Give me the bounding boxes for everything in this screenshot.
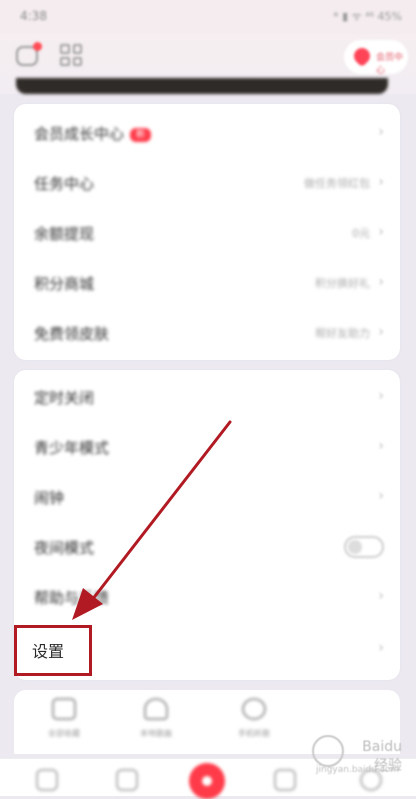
chevron-right-icon: › — [378, 488, 384, 504]
menu-item-hint: 做任务领红包 — [304, 177, 370, 190]
menu-item-label: 定时关闭 — [34, 389, 95, 407]
chevron-right-icon: › — [378, 174, 384, 190]
menu-item-hint: 积分换好礼 — [315, 277, 370, 290]
quick-link-label: 全部收藏 — [48, 729, 80, 738]
quick-link-local[interactable]: 本地歌曲 — [126, 698, 186, 750]
chevron-right-icon: › — [378, 640, 384, 656]
chevron-right-icon: › — [378, 588, 384, 604]
menu-item-withdraw[interactable]: 余额提现 0元 › — [14, 208, 400, 258]
menu-item-label: 积分商城 — [34, 275, 95, 293]
chevron-right-icon: › — [378, 124, 384, 140]
menu-card-services: 会员成长中心新 › 任务中心 做任务领红包 › 余额提现 0元 › 积分商城 积… — [14, 104, 400, 360]
chevron-right-icon: › — [378, 438, 384, 454]
new-badge: 新 — [130, 127, 152, 142]
menu-item-label: 帮助与反馈 — [34, 589, 110, 607]
status-time: 4:38 — [20, 9, 47, 23]
menu-item-night-mode: 夜间模式 — [14, 522, 400, 572]
menu-item-label: 青少年模式 — [34, 439, 110, 457]
menu-item-label: 会员成长中心新 — [34, 123, 152, 144]
menu-item-hint: 0元 — [352, 227, 370, 240]
menu-item-free-skin[interactable]: 免费领皮肤 帮好友助力 › — [14, 308, 400, 358]
play-icon[interactable] — [189, 763, 225, 799]
message-icon[interactable] — [16, 42, 42, 66]
discover-icon[interactable] — [116, 769, 138, 791]
menu-item-help-feedback[interactable]: 帮助与反馈 › — [14, 572, 400, 622]
chevron-right-icon: › — [378, 324, 384, 340]
menu-item-label: 闹钟 — [34, 489, 65, 507]
heart-icon — [350, 44, 374, 68]
favorites-icon — [52, 698, 76, 720]
highlight-box — [14, 625, 92, 676]
menu-item-hint: 帮好友助力 — [315, 327, 370, 340]
chevron-right-icon: › — [378, 224, 384, 240]
quick-link-phone[interactable]: 手机听歌 — [224, 698, 284, 750]
headphone-icon — [242, 698, 266, 720]
night-mode-toggle[interactable] — [344, 536, 384, 558]
menu-item-label: 免费领皮肤 — [34, 325, 110, 343]
chevron-right-icon: › — [378, 388, 384, 404]
scan-icon[interactable] — [60, 44, 82, 66]
vip-banner[interactable] — [16, 78, 388, 94]
menu-item-label: 夜间模式 — [34, 539, 95, 557]
user-icon — [144, 698, 168, 720]
menu-item-label: 任务中心 — [34, 175, 95, 193]
menu-item-label: 余额提现 — [34, 225, 95, 243]
menu-item-points-mall[interactable]: 积分商城 积分换好礼 › — [14, 258, 400, 308]
menu-item-alarm[interactable]: 闹钟 › — [14, 472, 400, 522]
home-icon[interactable] — [36, 769, 58, 791]
community-icon[interactable] — [274, 769, 296, 791]
status-bar: 4:38 * ▮ ᯤ ⁴⁶ 45% — [0, 0, 416, 34]
menu-item-member-growth[interactable]: 会员成长中心新 › — [14, 108, 400, 158]
menu-item-teen-mode[interactable]: 青少年模式 › — [14, 422, 400, 472]
menu-item-task-center[interactable]: 任务中心 做任务领红包 › — [14, 158, 400, 208]
vip-center-button[interactable]: 会员中心 — [344, 40, 408, 76]
menu-item-sleep-timer[interactable]: 定时关闭 › — [14, 372, 400, 422]
chevron-right-icon: › — [378, 274, 384, 290]
quick-link-label: 手机听歌 — [238, 729, 270, 738]
paw-logo-icon — [312, 735, 344, 767]
vip-label: 会员中心 — [376, 53, 404, 76]
watermark: Baidu 经验 jingyan.baidu.com — [312, 733, 402, 781]
quick-link-favorites[interactable]: 全部收藏 — [34, 698, 94, 750]
watermark-url: jingyan.baidu.com — [316, 765, 400, 775]
status-icons: * ▮ ᯤ ⁴⁶ 45% — [333, 10, 402, 23]
quick-link-label: 本地歌曲 — [140, 729, 172, 738]
unread-dot — [33, 42, 42, 51]
